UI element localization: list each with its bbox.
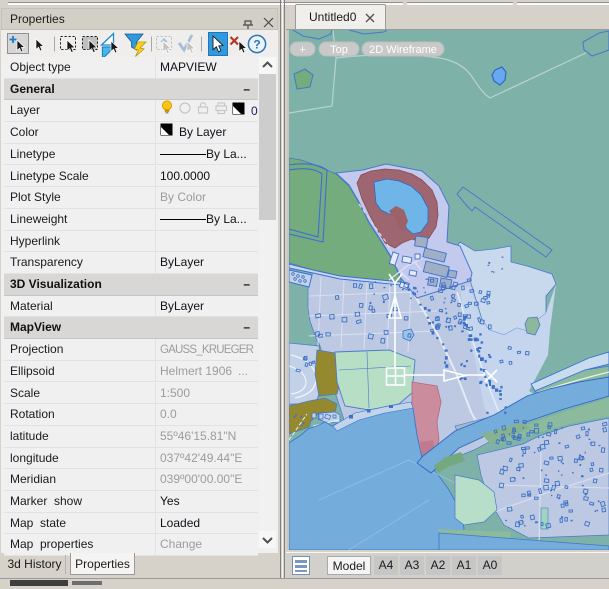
svg-text:Top: Top (330, 44, 348, 56)
svg-text:?: ? (253, 38, 260, 52)
svg-text:2D Wireframe: 2D Wireframe (369, 44, 437, 56)
svg-text:+: + (299, 44, 305, 56)
